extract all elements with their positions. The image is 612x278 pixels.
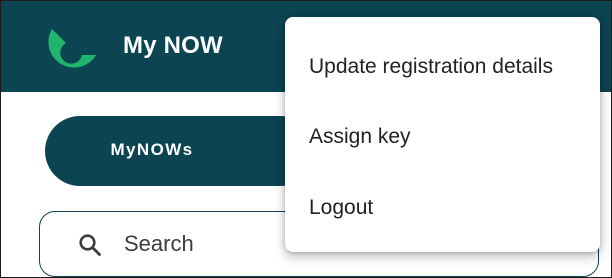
tab-mynows[interactable]: MyNOWs: [45, 116, 315, 186]
overflow-menu: Update registration details Assign key L…: [285, 17, 600, 252]
tab-mynows-label: MyNOWs: [110, 140, 194, 159]
search-icon: [78, 233, 102, 257]
app-title: My NOW: [123, 32, 223, 59]
now-logo-icon: [38, 21, 100, 79]
menu-item-update-registration[interactable]: Update registration details: [309, 55, 553, 79]
menu-item-assign-key[interactable]: Assign key: [309, 125, 411, 149]
app-window: My NOW MyNOWs Search Update registration…: [0, 0, 612, 278]
search-placeholder: Search: [124, 231, 194, 256]
menu-item-logout[interactable]: Logout: [309, 196, 373, 220]
